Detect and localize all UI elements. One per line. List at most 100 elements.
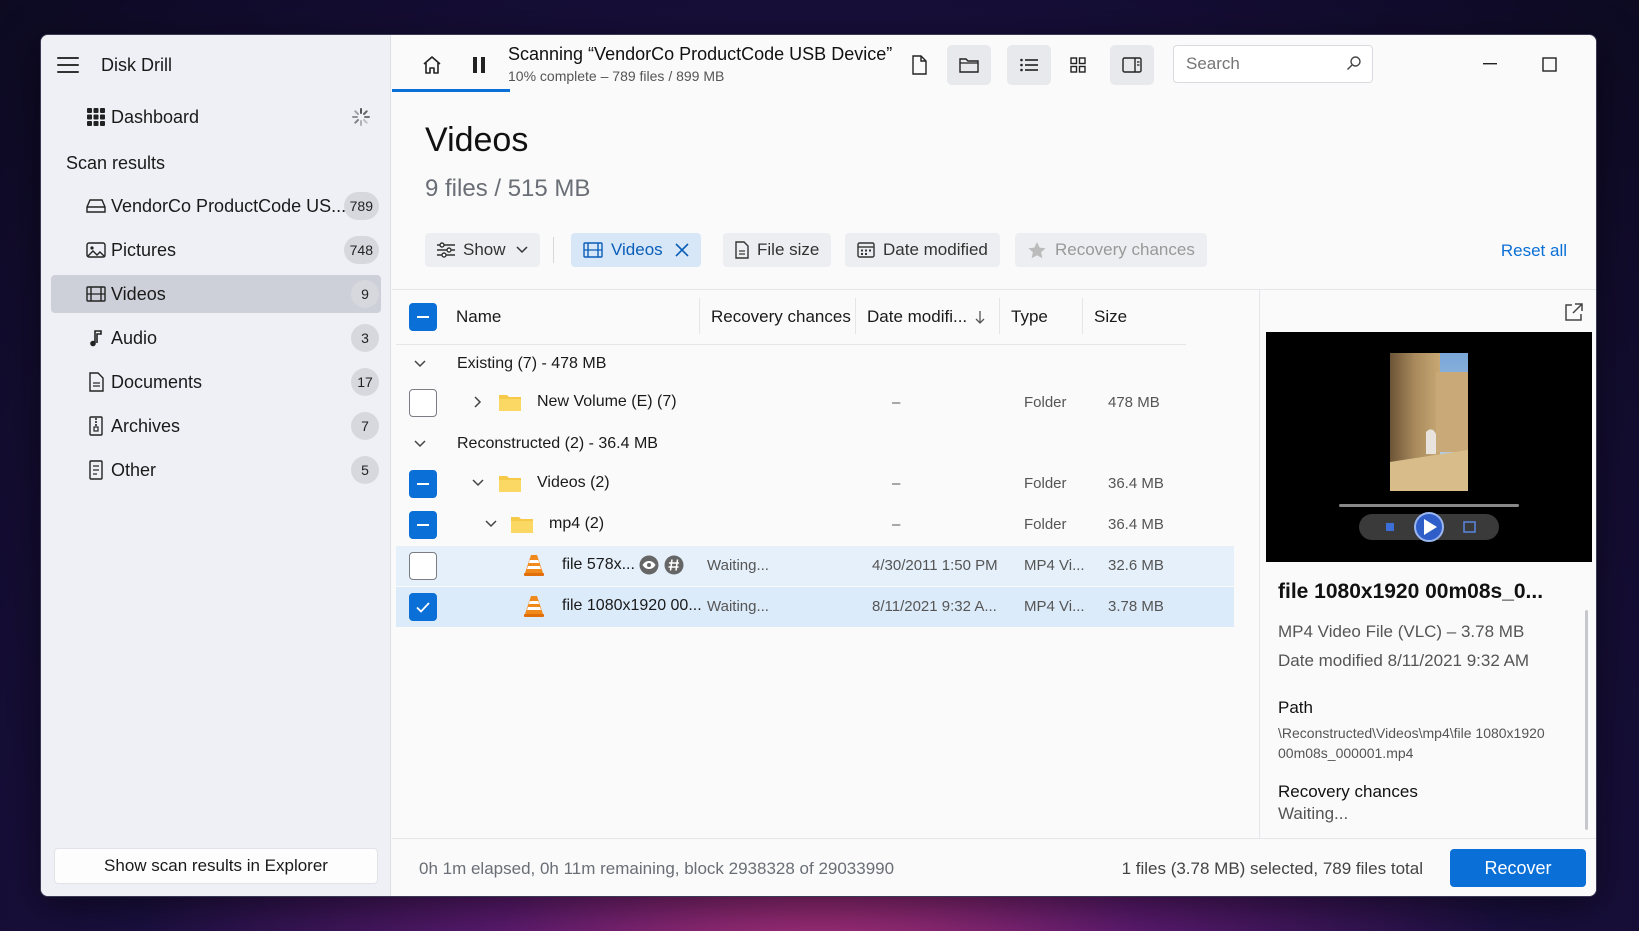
grid-view-button[interactable] — [1058, 45, 1098, 85]
show-filter-button[interactable]: Show — [425, 233, 540, 267]
column-separator[interactable] — [699, 298, 700, 334]
recovery-chances-filter-button[interactable]: Recovery chances — [1015, 233, 1207, 267]
sidebar-item-label: Archives — [111, 415, 181, 436]
group-row-existing[interactable]: Existing (7) - 478 MB — [396, 345, 1234, 383]
sidebar-item-videos[interactable]: Videos 9 — [51, 275, 381, 313]
column-separator[interactable] — [855, 298, 856, 334]
row-checkbox[interactable] — [409, 552, 437, 580]
list-view-button[interactable] — [1007, 45, 1051, 85]
row-name: New Volume (E) (7) — [537, 393, 677, 410]
column-header-date[interactable]: Date modifi... — [867, 290, 985, 344]
table-row[interactable]: file 578x... Waiting... 4/30/2011 1:50 P… — [396, 546, 1234, 586]
film-icon — [85, 283, 107, 305]
count-badge: 789 — [343, 192, 379, 220]
chevron-down-icon[interactable] — [414, 425, 426, 463]
search-icon[interactable] — [1346, 55, 1362, 76]
home-button[interactable] — [412, 45, 452, 85]
preview-pane-toggle-button[interactable] — [1110, 45, 1154, 85]
selection-summary: 1 files (3.78 MB) selected, 789 files to… — [1121, 859, 1423, 878]
preview-path-value: \Reconstructed\Videos\mp4\file 1080x1920… — [1278, 725, 1545, 761]
chevron-down-icon[interactable] — [472, 464, 484, 502]
group-row-reconstructed[interactable]: Reconstructed (2) - 36.4 MB — [396, 425, 1234, 463]
row-recovery: Waiting... — [707, 597, 769, 615]
sidebar-item-label: Pictures — [111, 239, 177, 260]
video-thumbnail-image — [1339, 353, 1519, 542]
column-header-size[interactable]: Size — [1094, 290, 1127, 344]
sidebar-item-documents[interactable]: Documents 17 — [51, 363, 381, 401]
pause-icon — [473, 57, 485, 73]
preview-eye-icon[interactable] — [639, 546, 659, 584]
show-in-explorer-button[interactable]: Show scan results in Explorer — [54, 848, 378, 884]
recover-button[interactable]: Recover — [1450, 849, 1586, 887]
row-checkbox[interactable] — [409, 593, 437, 621]
chevron-right-icon[interactable] — [474, 383, 482, 421]
row-name: file 578x... — [562, 556, 635, 573]
loading-spinner-icon — [351, 107, 371, 127]
status-bar: 0h 1m elapsed, 0h 11m remaining, block 2… — [392, 838, 1596, 896]
date-modified-filter-button[interactable]: Date modified — [845, 233, 1000, 267]
preview-scrollbar[interactable] — [1585, 610, 1588, 830]
table-row[interactable]: mp4 (2) – Folder 36.4 MB — [396, 505, 1234, 545]
sidebar-item-device[interactable]: VendorCo ProductCode US... 789 — [51, 187, 381, 225]
close-button[interactable] — [1593, 49, 1596, 79]
column-separator[interactable] — [999, 298, 1000, 334]
file-view-button[interactable] — [899, 45, 939, 85]
video-preview[interactable] — [1266, 332, 1592, 562]
row-type: Folder — [1024, 393, 1067, 411]
reset-all-link[interactable]: Reset all — [1501, 241, 1567, 261]
column-header-type[interactable]: Type — [1011, 290, 1048, 344]
maximize-button[interactable] — [1534, 49, 1564, 79]
file-size-filter-button[interactable]: File size — [723, 233, 832, 267]
row-checkbox[interactable] — [409, 511, 437, 539]
hamburger-menu-icon[interactable] — [57, 57, 79, 73]
app-title: Disk Drill — [101, 54, 172, 75]
folder-view-button[interactable] — [947, 45, 991, 85]
side-panel-icon — [1122, 57, 1142, 73]
pause-button[interactable] — [459, 45, 499, 85]
row-name: file 1080x1920 00... — [562, 597, 702, 614]
select-all-checkbox[interactable] — [409, 303, 437, 331]
chevron-down-icon[interactable] — [414, 345, 426, 383]
row-type: MP4 Vi... — [1024, 556, 1085, 574]
open-external-icon[interactable] — [1564, 302, 1584, 327]
row-checkbox[interactable] — [409, 470, 437, 498]
sidebar-item-archives[interactable]: Archives 7 — [51, 407, 381, 445]
minus-icon — [417, 524, 429, 526]
table-row[interactable]: Videos (2) – Folder 36.4 MB — [396, 464, 1234, 504]
vlc-cone-icon — [523, 587, 545, 625]
count-badge: 17 — [351, 368, 379, 396]
count-badge: 5 — [351, 456, 379, 484]
document-icon — [85, 371, 107, 393]
row-type: Folder — [1024, 515, 1067, 533]
search-input[interactable] — [1186, 54, 1336, 74]
row-checkbox[interactable] — [409, 389, 437, 417]
table-row[interactable]: New Volume (E) (7) – Folder 478 MB — [396, 383, 1234, 423]
sidebar-item-dashboard[interactable]: Dashboard — [51, 98, 381, 136]
sliders-icon — [437, 242, 455, 258]
videos-filter-chip[interactable]: Videos — [571, 233, 701, 267]
toolbar: Scanning “VendorCo ProductCode USB Devic… — [392, 35, 1596, 93]
folder-icon — [498, 464, 522, 502]
chevron-down-icon — [516, 246, 528, 254]
minus-icon — [417, 483, 429, 485]
column-header-recovery[interactable]: Recovery chances — [711, 290, 851, 344]
minimize-button[interactable] — [1475, 49, 1505, 79]
sidebar-header: Disk Drill — [41, 35, 390, 95]
table-row[interactable]: file 1080x1920 00... Waiting... 8/11/202… — [396, 587, 1234, 627]
sidebar-item-label: Dashboard — [111, 106, 200, 127]
sidebar-item-pictures[interactable]: Pictures 748 — [51, 231, 381, 269]
column-separator[interactable] — [1082, 298, 1083, 334]
sidebar-item-other[interactable]: Other 5 — [51, 451, 381, 489]
videos-filter-label: Videos — [611, 240, 663, 259]
remove-filter-icon[interactable] — [675, 243, 689, 257]
count-badge: 7 — [351, 412, 379, 440]
folder-icon — [510, 505, 534, 543]
sidebar-item-label: Videos — [111, 283, 166, 304]
chevron-down-icon[interactable] — [485, 505, 497, 543]
calendar-icon — [857, 242, 875, 258]
search-box — [1173, 45, 1373, 83]
document-icon — [735, 241, 749, 259]
hash-icon[interactable] — [664, 546, 684, 584]
sidebar-item-audio[interactable]: Audio 3 — [51, 319, 381, 357]
column-header-name[interactable]: Name — [456, 290, 501, 344]
